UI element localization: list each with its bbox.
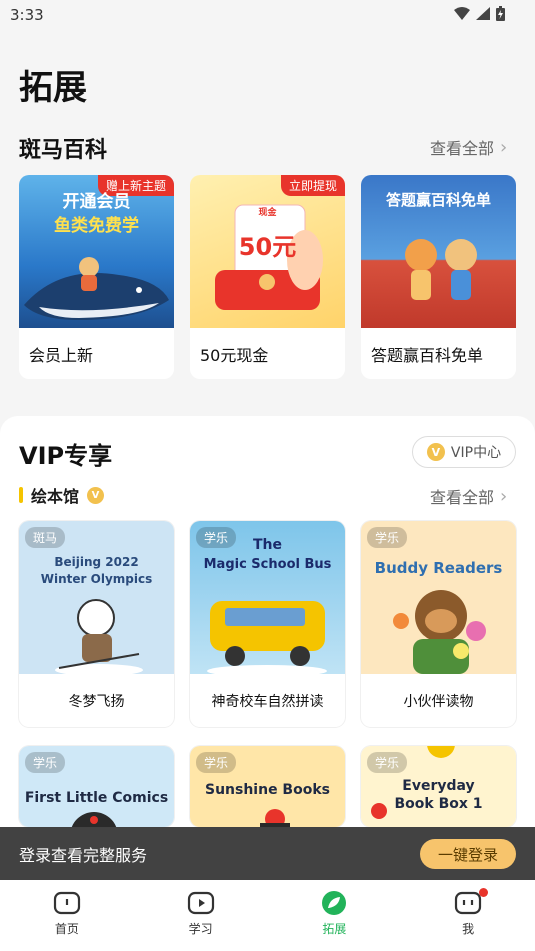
- card-cover: 赠上新主题 开通会员 鱼类免费学: [19, 175, 174, 328]
- login-prompt-text: 登录查看完整服务: [19, 845, 148, 865]
- status-bar: 3:33: [0, 0, 535, 30]
- card-label: 50元现金: [200, 345, 269, 365]
- explore-leaf-icon: [322, 891, 347, 915]
- school-bus-illustration: [207, 601, 327, 674]
- cover-title-line2: Winter Olympics: [40, 572, 153, 586]
- tab-explore-label: 拓展: [322, 922, 347, 936]
- publisher-tag: 学乐: [367, 527, 408, 548]
- vip-section-title: VIP专享: [19, 442, 113, 470]
- encyclopedia-card-member-new[interactable]: 赠上新主题 开通会员 鱼类免费学 会员上新: [19, 175, 174, 379]
- sun-icon: [427, 746, 455, 758]
- book-cover: 学乐 Sunshine Books: [190, 746, 345, 827]
- wifi-icon: [454, 7, 470, 20]
- encyclopedia-card-quiz[interactable]: 答题赢百科免单 答题赢百科免单: [361, 175, 516, 379]
- flower-icon: [371, 803, 387, 819]
- tab-study[interactable]: 学习: [134, 880, 268, 951]
- page-title: 拓展: [19, 68, 87, 108]
- publisher-tag: 斑马: [25, 527, 66, 548]
- publisher-tag: 学乐: [367, 752, 408, 773]
- notification-dot: [479, 888, 489, 897]
- me-icon: [455, 891, 482, 915]
- encyclopedia-section-title: 斑马百科: [19, 138, 108, 163]
- see-all-label: 查看全部: [430, 139, 495, 158]
- cover-title-line1: Everyday: [402, 778, 475, 794]
- status-time: 3:33: [10, 6, 44, 24]
- tab-me[interactable]: 我: [401, 880, 535, 951]
- kids-running-illustration: [405, 239, 477, 300]
- book-cover: 学乐 The Magic School Bus: [190, 521, 345, 674]
- cover-title: Sunshine Books: [204, 782, 330, 798]
- cover-title: 开通会员: [62, 192, 131, 212]
- publisher-tag: 学乐: [196, 752, 237, 773]
- vip-center-label: VIP中心: [450, 445, 502, 461]
- chevron-right-icon: ›: [500, 485, 508, 507]
- cover-title-line2: Magic School Bus: [203, 557, 332, 572]
- picture-book-title: 绘本馆: [31, 487, 80, 506]
- status-icons: [454, 6, 505, 21]
- picture-book-see-all-link[interactable]: 查看全部 ›: [430, 484, 507, 508]
- book-cover: 斑马 Beijing 2022 Winter Olympics: [19, 521, 174, 674]
- publisher-tag: 学乐: [25, 752, 66, 773]
- book-card-winter-olympics[interactable]: 斑马 Beijing 2022 Winter Olympics 冬梦飞扬: [19, 521, 174, 727]
- see-all-label: 查看全部: [430, 488, 495, 507]
- whale-illustration: [24, 257, 169, 320]
- comic-character-illustration: [71, 812, 117, 827]
- encyclopedia-card-cash[interactable]: 立即提现 现金 50元 50元现金: [190, 175, 345, 379]
- signal-icon: [476, 7, 490, 20]
- cover-title: 答题赢百科免单: [385, 191, 491, 209]
- book-card-magic-school-bus[interactable]: 学乐 The Magic School Bus 神奇校车自然拼读: [190, 521, 345, 727]
- cover-title-line1: The: [252, 537, 282, 553]
- book-card-everyday-book-box[interactable]: 学乐 Everyday Book Box 1: [361, 746, 516, 827]
- chevron-right-icon: ›: [500, 136, 508, 158]
- tab-study-label: 学习: [188, 922, 213, 936]
- book-cover: 学乐 Everyday Book Box 1: [361, 746, 516, 827]
- card-ribbon: 立即提现: [280, 175, 345, 196]
- sunshine-character-illustration: [260, 809, 290, 827]
- battery-icon: [496, 6, 505, 21]
- card-cover: 答题赢百科免单: [361, 175, 516, 328]
- picture-book-subsection-header: 绘本馆 V: [19, 483, 105, 507]
- buddy-character-illustration: [393, 590, 486, 674]
- home-icon: [53, 891, 80, 915]
- one-click-login-button[interactable]: 一键登录: [420, 839, 516, 869]
- cover-title: First Little Comics: [24, 790, 169, 806]
- book-card-sunshine-books[interactable]: 学乐 Sunshine Books: [190, 746, 345, 827]
- book-label: 冬梦飞扬: [68, 693, 125, 710]
- section-marker: [19, 487, 23, 503]
- card-label: 会员上新: [29, 345, 94, 365]
- login-prompt-bar: 登录查看完整服务 一键登录: [0, 827, 535, 880]
- vip-badge-icon: V: [87, 486, 105, 504]
- card-cover: 立即提现 现金 50元: [190, 175, 345, 328]
- cover-caption: 现金: [258, 208, 277, 218]
- tab-home-label: 首页: [54, 922, 79, 936]
- book-cover: 学乐 Buddy Readers: [361, 521, 516, 674]
- tab-home[interactable]: 首页: [0, 880, 134, 951]
- vip-badge-icon: V: [426, 443, 445, 461]
- cover-title: Buddy Readers: [374, 559, 503, 577]
- encyclopedia-see-all-link[interactable]: 查看全部 ›: [430, 135, 507, 159]
- book-label: 小伙伴读物: [403, 693, 474, 710]
- vip-center-button[interactable]: V VIP中心: [412, 436, 516, 468]
- cover-title-line1: Beijing 2022: [54, 555, 139, 569]
- bottom-tab-bar: 首页 学习 拓展 我: [0, 880, 535, 951]
- zebra-skier-illustration: [55, 599, 143, 674]
- tab-explore[interactable]: 拓展: [268, 880, 402, 951]
- cover-amount: 50元: [238, 233, 297, 261]
- book-label: 神奇校车自然拼读: [211, 693, 324, 710]
- study-icon: [187, 891, 214, 915]
- card-label: 答题赢百科免单: [371, 345, 484, 365]
- book-cover: 学乐 First Little Comics: [19, 746, 174, 827]
- book-card-buddy-readers[interactable]: 学乐 Buddy Readers 小伙伴读物: [361, 521, 516, 727]
- book-card-first-little-comics[interactable]: 学乐 First Little Comics: [19, 746, 174, 827]
- cover-subtitle: 鱼类免费学: [54, 216, 139, 236]
- tab-me-label: 我: [462, 922, 475, 936]
